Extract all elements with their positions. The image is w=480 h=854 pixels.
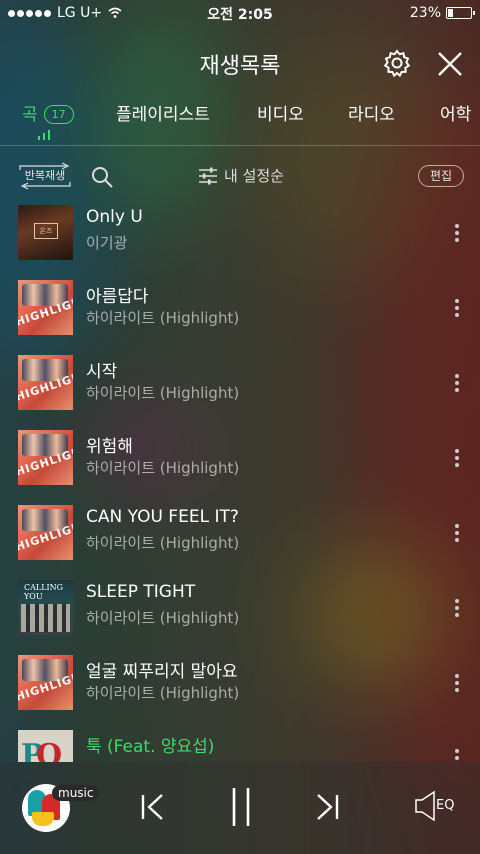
battery-info: 23% bbox=[409, 5, 475, 21]
tab-label: 곡 bbox=[22, 105, 38, 125]
sort-button[interactable]: 내 설정순 bbox=[198, 165, 284, 186]
song-artist: 이기광 bbox=[86, 234, 128, 252]
album-art: HIGHLIGHT bbox=[18, 280, 73, 335]
header: 재생목록 bbox=[0, 42, 480, 86]
more-vertical-icon[interactable] bbox=[450, 522, 464, 544]
more-vertical-icon[interactable] bbox=[450, 372, 464, 394]
previous-icon[interactable] bbox=[138, 792, 168, 822]
more-vertical-icon[interactable] bbox=[450, 447, 464, 469]
album-art: CALLING YOU bbox=[18, 580, 73, 635]
album-art: PO bbox=[18, 730, 73, 762]
song-count-badge: 17 bbox=[43, 105, 74, 124]
now-playing-bars-icon bbox=[38, 130, 50, 140]
album-art: HIGHLIGHT bbox=[18, 355, 73, 410]
battery-icon bbox=[446, 7, 475, 19]
status-time: 오전 2:05 bbox=[207, 7, 273, 23]
equalizer-button[interactable]: EQ bbox=[414, 790, 462, 822]
song-title: 위험해 bbox=[86, 437, 133, 457]
song-row[interactable]: HIGHLIGHT 위험해 하이라이트 (Highlight) bbox=[0, 427, 480, 502]
category-tabs: 곡 17 플레이리스트 비디오 라디오 어학 bbox=[0, 96, 480, 146]
pause-icon[interactable] bbox=[226, 786, 256, 828]
song-row[interactable]: HIGHLIGHT 얼굴 찌푸리지 말아요 하이라이트 (Highlight) bbox=[0, 652, 480, 727]
tab-radio[interactable]: 라디오 bbox=[348, 100, 395, 125]
mini-player: music EQ bbox=[0, 762, 480, 854]
more-vertical-icon[interactable] bbox=[450, 297, 464, 319]
equalizer-label: EQ bbox=[436, 798, 455, 813]
tab-language[interactable]: 어학 bbox=[440, 100, 471, 125]
song-title: CAN YOU FEEL IT? bbox=[86, 507, 239, 527]
album-art: HIGHLIGHT bbox=[18, 430, 73, 485]
song-title: SLEEP TIGHT bbox=[86, 582, 196, 602]
more-vertical-icon[interactable] bbox=[450, 222, 464, 244]
song-row[interactable]: 온즈 Only U 이기광 bbox=[0, 202, 480, 277]
tab-playlist[interactable]: 플레이리스트 bbox=[116, 100, 210, 125]
tab-video[interactable]: 비디오 bbox=[257, 100, 304, 125]
sort-label: 내 설정순 bbox=[224, 167, 284, 185]
list-toolbar: 반복재생 내 설정순 편집 bbox=[0, 158, 480, 198]
status-bar: LG U+ 오전 2:05 23% bbox=[0, 0, 480, 26]
album-art: HIGHLIGHT bbox=[18, 505, 73, 560]
song-artist: 하이라이트 (Highlight) bbox=[86, 684, 240, 702]
song-row[interactable]: HIGHLIGHT CAN YOU FEEL IT? 하이라이트 (Highli… bbox=[0, 502, 480, 577]
next-icon[interactable] bbox=[312, 792, 342, 822]
song-title: 얼굴 찌푸리지 말아요 bbox=[86, 662, 238, 682]
song-row[interactable]: HIGHLIGHT 시작 하이라이트 (Highlight) bbox=[0, 352, 480, 427]
more-vertical-icon[interactable] bbox=[450, 597, 464, 619]
settings-gear-icon[interactable] bbox=[382, 48, 412, 78]
equalizer-icon bbox=[415, 790, 435, 822]
song-title: 툭 (Feat. 양요섭) bbox=[86, 737, 215, 757]
app-label: music bbox=[52, 785, 100, 801]
song-artist: 하이라이트 (Highlight) bbox=[86, 459, 240, 477]
album-art: HIGHLIGHT bbox=[18, 655, 73, 710]
song-title: 시작 bbox=[86, 362, 118, 382]
song-artist: 하이라이트 (Highlight) bbox=[86, 609, 240, 627]
close-icon[interactable] bbox=[436, 50, 464, 78]
song-row-now-playing[interactable]: PO 툭 (Feat. 양요섭) bbox=[0, 727, 480, 762]
song-artist: 하이라이트 (Highlight) bbox=[86, 309, 240, 327]
battery-percent: 23% bbox=[409, 5, 441, 21]
search-icon[interactable] bbox=[90, 165, 114, 189]
sort-sliders-icon bbox=[199, 167, 217, 184]
song-title: 아름답다 bbox=[86, 287, 149, 307]
more-vertical-icon[interactable] bbox=[450, 747, 464, 762]
repeat-button[interactable]: 반복재생 bbox=[18, 162, 72, 190]
more-vertical-icon[interactable] bbox=[450, 672, 464, 694]
song-title: Only U bbox=[86, 207, 143, 227]
repeat-label: 반복재생 bbox=[24, 169, 66, 182]
song-row[interactable]: CALLING YOU SLEEP TIGHT 하이라이트 (Highlight… bbox=[0, 577, 480, 652]
tab-songs[interactable]: 곡 17 bbox=[22, 100, 74, 125]
song-artist: 하이라이트 (Highlight) bbox=[86, 534, 240, 552]
song-list: 온즈 Only U 이기광 HIGHLIGHT 아름답다 하이라이트 (High… bbox=[0, 202, 480, 762]
edit-button[interactable]: 편집 bbox=[418, 165, 464, 187]
song-artist: 하이라이트 (Highlight) bbox=[86, 384, 240, 402]
album-art: 온즈 bbox=[18, 205, 73, 260]
song-row[interactable]: HIGHLIGHT 아름답다 하이라이트 (Highlight) bbox=[0, 277, 480, 352]
